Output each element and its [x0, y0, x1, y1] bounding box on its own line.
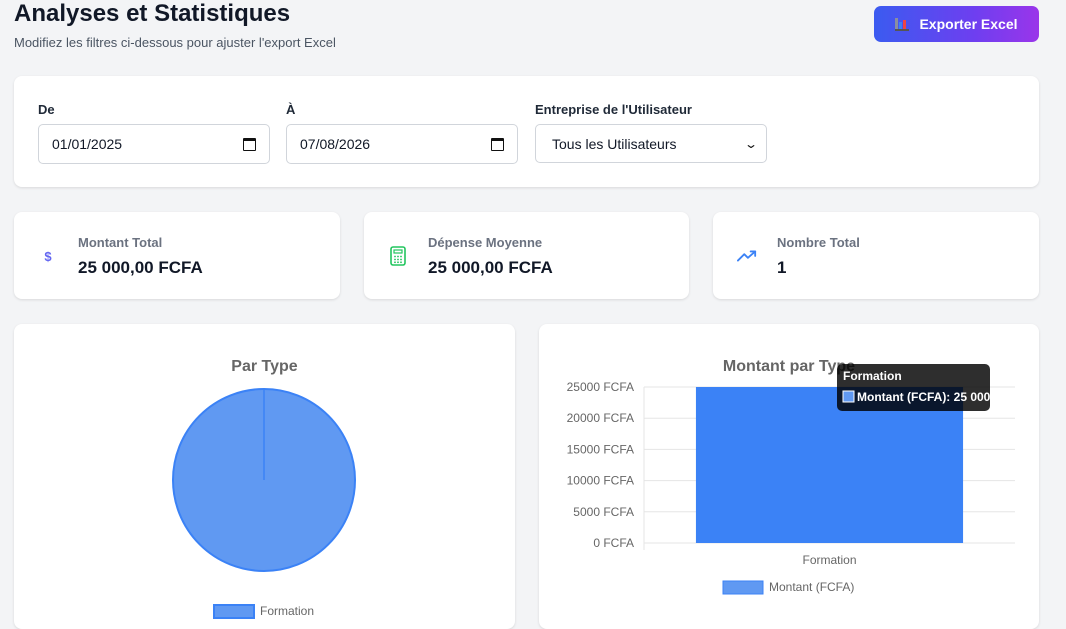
export-excel-button[interactable]: Exporter Excel [874, 6, 1039, 42]
from-date-value: 01/01/2025 [52, 136, 123, 152]
tooltip-swatch [842, 390, 855, 403]
export-excel-label: Exporter Excel [919, 16, 1018, 32]
to-date-input[interactable]: 07/08/2026 [286, 124, 518, 164]
svg-text:$: $ [44, 249, 52, 264]
stat-value: 25 000,00 FCFA [428, 258, 553, 277]
stat-card-average-expense: Dépense Moyenne 25 000,00 FCFA [364, 212, 689, 299]
x-tick-label: Formation [802, 553, 856, 567]
stat-value: 1 [777, 258, 787, 277]
from-date-input[interactable]: 01/01/2025 [38, 124, 270, 164]
calculator-icon [388, 246, 408, 266]
y-tick-label: 25000 FCFA [567, 380, 634, 394]
stat-card-total-count: Nombre Total 1 [713, 212, 1039, 299]
dollar-icon: $ [38, 246, 58, 266]
bar-chart-icon [895, 17, 910, 31]
y-tick-label: 0 FCFA [593, 536, 634, 550]
y-tick-label: 20000 FCFA [567, 411, 634, 425]
y-tick-label: 10000 FCFA [567, 474, 634, 488]
calendar-icon[interactable] [243, 137, 256, 151]
to-date-label: À [286, 102, 296, 117]
legend-label: Formation [260, 604, 314, 618]
legend-swatch [722, 580, 764, 595]
chevron-down-icon: ⌄ [743, 136, 759, 151]
bar-chart: 25000 FCFA 20000 FCFA 15000 FCFA 10000 FCFA… [567, 364, 1015, 595]
tooltip-text: Montant (FCFA): 25 000 [857, 390, 991, 404]
y-tick-label: 15000 FCFA [567, 442, 634, 456]
pie-chart-card: Par Type Formation [14, 324, 515, 629]
to-date-value: 07/08/2026 [300, 136, 371, 152]
company-select-label: Entreprise de l'Utilisateur [535, 102, 692, 117]
stat-value: 25 000,00 FCFA [78, 258, 203, 277]
pie-chart: Formation [172, 388, 356, 619]
tooltip-title: Formation [843, 369, 902, 383]
stat-card-total-amount: $ Montant Total 25 000,00 FCFA [14, 212, 340, 299]
stat-label: Nombre Total [777, 235, 860, 250]
company-select[interactable]: Tous les Utilisateurs ⌄ [535, 124, 767, 163]
chart-tooltip: Formation Montant (FCFA): 25 000 [837, 364, 991, 411]
page-subtitle: Modifiez les filtres ci-dessous pour aju… [14, 35, 336, 50]
legend-label: Montant (FCFA) [769, 580, 854, 594]
legend-swatch [213, 604, 255, 619]
from-date-label: De [38, 102, 55, 117]
stat-label: Dépense Moyenne [428, 235, 543, 250]
y-tick-label: 5000 FCFA [573, 505, 634, 519]
company-select-value: Tous les Utilisateurs [552, 135, 677, 152]
trending-up-icon [737, 246, 757, 266]
page-title: Analyses et Statistiques [14, 0, 291, 27]
bar-chart-card: Montant par Type 25000 FCFA 20000 FCFA 150… [539, 324, 1039, 629]
stat-label: Montant Total [78, 235, 163, 250]
calendar-icon[interactable] [491, 137, 504, 151]
